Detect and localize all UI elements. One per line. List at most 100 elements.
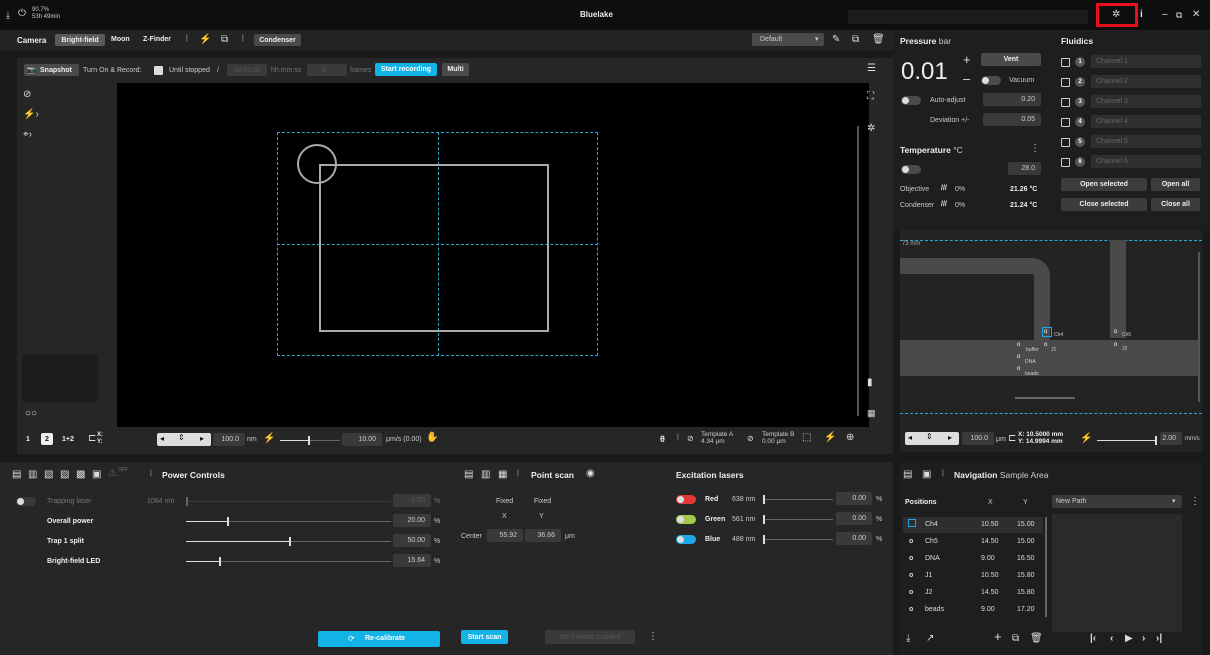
settings-gear-icon[interactable]: ✲ (1112, 10, 1120, 20)
tab-icon-3[interactable]: ▧ (44, 470, 53, 480)
arrow-diagonal-icon[interactable]: ↗ (926, 634, 934, 644)
power-slider[interactable] (186, 557, 391, 566)
close-all-button[interactable]: Close all (1151, 198, 1200, 211)
channel-label[interactable]: Channel 2 (1091, 75, 1201, 88)
path-dropdown[interactable]: New Path ▾ (1052, 495, 1182, 508)
target-gear-icon[interactable]: ⊕ (846, 433, 854, 443)
channel-checkbox[interactable] (1061, 98, 1070, 107)
arrow-right-icon[interactable]: ▸ (200, 434, 204, 443)
copy-icon[interactable]: ⧉ (852, 35, 859, 45)
scan-icon-2[interactable]: ▥ (481, 470, 490, 480)
template-b-info[interactable]: Template B 0.00 μm (762, 431, 795, 445)
arrow-right-icon[interactable]: ▸ (948, 433, 952, 442)
scan-icon-3[interactable]: ▦ (498, 470, 507, 480)
trapping-input[interactable]: 0.00 (393, 494, 431, 507)
channel-checkbox[interactable] (1061, 118, 1070, 127)
trash-icon[interactable]: 🗑 (872, 35, 885, 45)
positions-scrollbar[interactable] (1045, 517, 1047, 617)
warning-off-icon[interactable]: ⚠ (108, 469, 117, 479)
presets-dropdown[interactable]: No Presets Loaded (545, 630, 635, 644)
minus-icon[interactable]: – (963, 72, 970, 85)
condenser-button[interactable]: Condenser (254, 34, 301, 46)
power-input[interactable]: 50.00 (393, 534, 431, 547)
focus-scrollbar[interactable] (857, 126, 859, 416)
power-slider[interactable] (186, 517, 391, 526)
auto-adjust-toggle[interactable] (901, 96, 921, 105)
channel-label[interactable]: Channel 1 (1091, 55, 1201, 68)
trap-marker[interactable] (297, 144, 337, 184)
speed-input[interactable]: 10.00 (342, 433, 382, 446)
start-scan-button[interactable]: Start scan (461, 630, 508, 644)
channel-checkbox[interactable] (1061, 158, 1070, 167)
nav-tab-icon-1[interactable]: ▤ (903, 470, 912, 480)
duration-input[interactable]: 00:00:00 (227, 64, 267, 76)
multi-button[interactable]: Multi (442, 63, 469, 76)
view-2-button[interactable]: 2 (41, 433, 53, 445)
start-recording-button[interactable]: Start recording (375, 63, 437, 76)
map-speed-input[interactable]: 2.00 (1160, 432, 1182, 445)
position-row[interactable]: Ch4 10.50 15.00 (903, 517, 1043, 533)
download-icon[interactable]: ⤓ (6, 10, 10, 20)
camera-settings-gear-icon[interactable]: ✲ (867, 124, 875, 134)
arrow-updown-icon[interactable]: ⇕ (178, 433, 185, 442)
position-row[interactable]: o J2 14.50 15.80 (903, 585, 1043, 601)
power-slider[interactable] (186, 537, 391, 546)
minimize-icon[interactable]: – (1162, 10, 1168, 20)
deviation-input[interactable]: 0.05 (983, 113, 1041, 126)
power-icon[interactable]: ⏻ (18, 9, 26, 19)
laser-slider[interactable] (763, 535, 833, 544)
plus-icon[interactable]: + (963, 53, 971, 66)
path-list[interactable] (1052, 514, 1182, 632)
position-row[interactable]: o J1 10.50 15.80 (903, 568, 1043, 584)
laser-toggle[interactable] (676, 495, 696, 504)
map-joystick-arrows[interactable]: ◂ ⇕ ▸ (905, 432, 959, 445)
map-scrollbar[interactable] (1198, 252, 1200, 402)
channel-label[interactable]: Channel 5 (1091, 135, 1201, 148)
arrow-left-icon[interactable]: ◂ (160, 434, 164, 443)
close-selected-button[interactable]: Close selected (1061, 198, 1147, 211)
laser-power-input[interactable]: 0.00 (836, 492, 872, 505)
mode-moon[interactable]: Moon (111, 36, 130, 43)
hand-icon[interactable]: ✋ (426, 433, 438, 443)
sliders-icon[interactable]: ☰ (867, 64, 876, 74)
power-input[interactable]: 20.00 (393, 514, 431, 527)
auto-adjust-input[interactable]: 0.20 (983, 93, 1041, 106)
mode-bright-field[interactable]: Bright-field (55, 34, 105, 46)
channel-checkbox[interactable] (1061, 138, 1070, 147)
crosshair-menu-icon[interactable]: ⌖› (23, 130, 32, 140)
close-icon[interactable]: ✕ (1192, 10, 1200, 20)
open-selected-button[interactable]: Open selected (1061, 178, 1147, 191)
tab-icon-6[interactable]: ▣ (92, 470, 101, 480)
nav-tab-icon-2[interactable]: ▣ (922, 470, 931, 480)
previous-step-icon[interactable]: ‹ (1110, 634, 1113, 644)
laser-toggle[interactable] (676, 515, 696, 524)
frames-input[interactable]: 0 (307, 64, 347, 76)
position-row[interactable]: o beads 9.00 17.20 (903, 602, 1043, 618)
tab-icon-5[interactable]: ▩ (76, 470, 85, 480)
restore-icon[interactable]: ⧉ (1176, 10, 1182, 20)
power-input[interactable]: 15.64 (393, 554, 431, 567)
template-a-info[interactable]: Template A 4.34 μm (701, 431, 733, 445)
view-1-plus-2-button[interactable]: 1+2 (62, 436, 74, 443)
wand-off-icon[interactable]: ⚡ (824, 433, 836, 443)
vacuum-toggle[interactable] (981, 76, 1001, 85)
info-icon[interactable]: i (1140, 10, 1143, 20)
channel-label[interactable]: Channel 6 (1091, 155, 1201, 168)
play-icon[interactable]: ▶ (1125, 634, 1133, 644)
laser-power-input[interactable]: 0.00 (836, 512, 872, 525)
trapping-laser-toggle[interactable] (16, 497, 36, 506)
last-step-icon[interactable]: ›| (1156, 634, 1162, 644)
open-external-icon[interactable]: ⧉ (221, 35, 228, 45)
until-stopped-checkbox[interactable] (154, 66, 163, 75)
scan-icon-1[interactable]: ▤ (464, 470, 473, 480)
download-icon[interactable]: ⤓ (906, 634, 910, 644)
first-step-icon[interactable]: |‹ (1090, 634, 1096, 644)
sample-map[interactable]: 73 mm o Ch4 o Ch5 o buffer o J1 o J2 o D… (900, 230, 1202, 452)
fit-view-icon[interactable]: ⛶ (867, 92, 874, 102)
snapshot-button[interactable]: 📷 Snapshot (24, 64, 79, 76)
step-size-input[interactable]: 100.0 (213, 433, 245, 446)
speed-slider[interactable] (280, 436, 340, 445)
position-row[interactable]: o Ch5 14.50 15.00 (903, 534, 1043, 550)
preset-dropdown[interactable]: Default ▾ (752, 33, 824, 46)
add-position-icon[interactable]: + (994, 630, 1002, 643)
